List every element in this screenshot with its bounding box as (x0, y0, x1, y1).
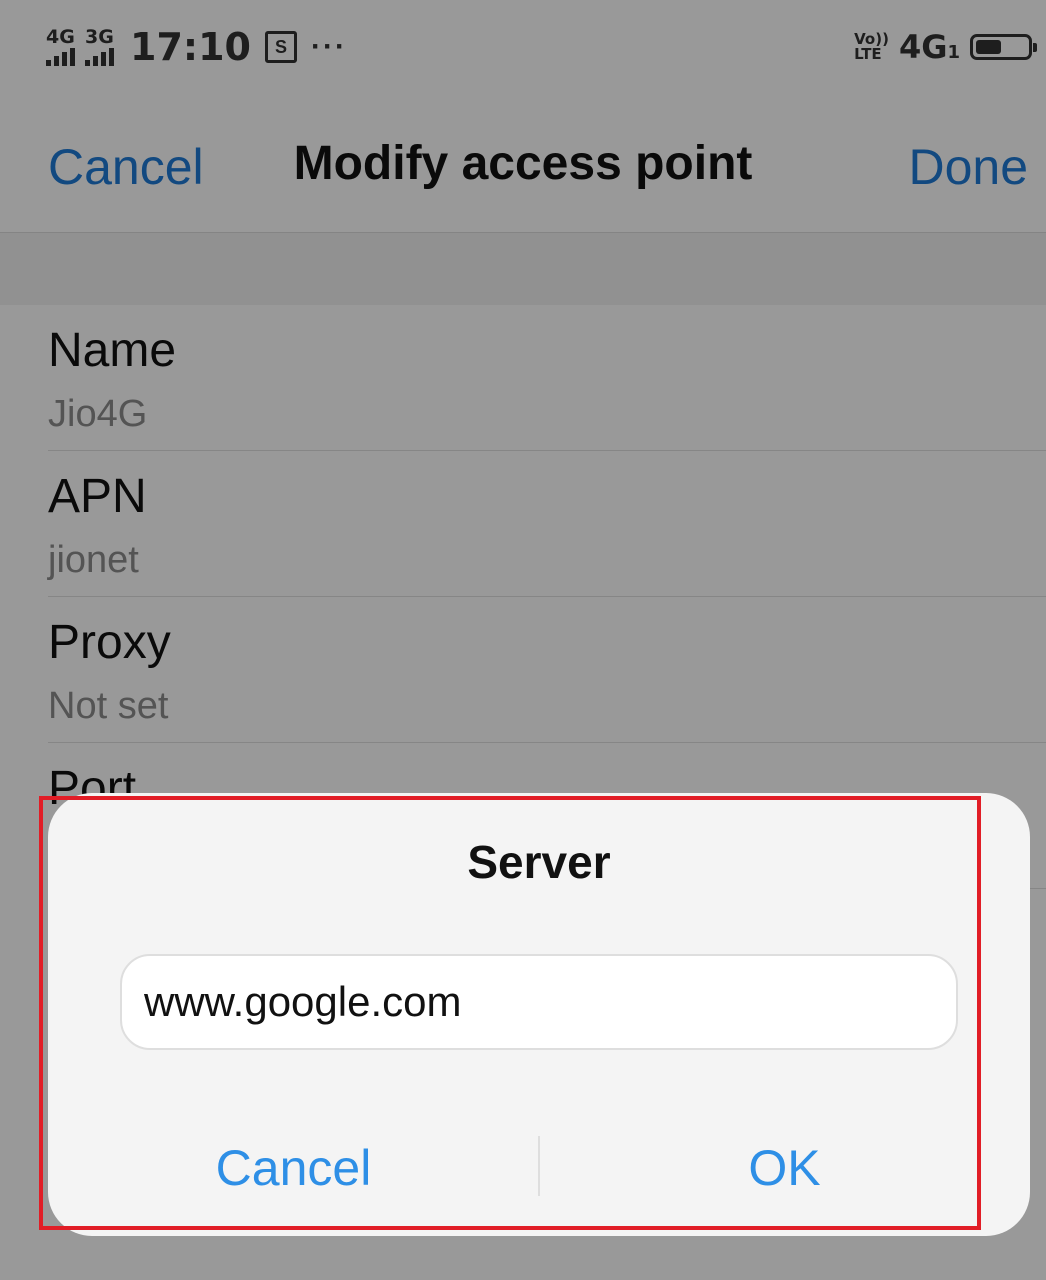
dialog-ok-button[interactable]: OK (539, 1113, 1030, 1223)
server-input[interactable] (120, 954, 958, 1050)
dialog-title: Server (467, 836, 611, 888)
dialog-cancel-button[interactable]: Cancel (48, 1113, 539, 1223)
server-dialog: Server Cancel OK (48, 793, 1030, 1236)
